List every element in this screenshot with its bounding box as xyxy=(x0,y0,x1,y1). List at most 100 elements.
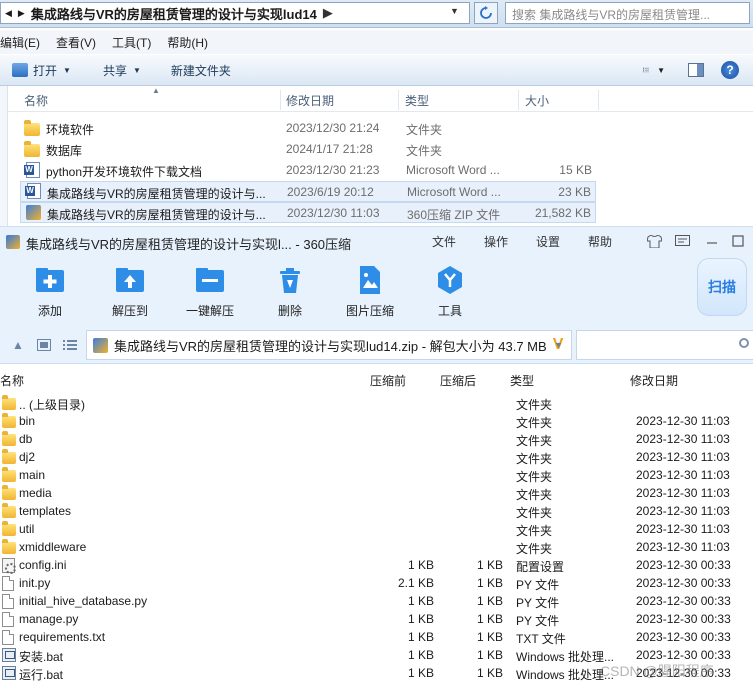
zip-file-row[interactable]: .. (上级目录) 文件夹 xyxy=(0,394,753,412)
column-divider[interactable] xyxy=(518,90,519,110)
sort-ascending-icon: ▲ xyxy=(152,86,160,95)
help-button[interactable]: ? xyxy=(719,59,741,81)
zip-file-row[interactable]: templates 文件夹 2023-12-30 11:03 xyxy=(0,502,753,520)
view-options-button[interactable]: ▼ xyxy=(643,59,665,81)
zip-file-type: 文件夹 xyxy=(516,434,553,448)
extract-to-button[interactable]: 解压到 xyxy=(92,264,168,319)
column-type[interactable]: 类型 xyxy=(405,92,429,109)
zip-menu-file[interactable]: 文件 xyxy=(432,233,456,250)
file-date: 2024/1/17 21:28 xyxy=(286,142,373,156)
zip-file-row[interactable]: init.py 2.1 KB 1 KB PY 文件 2023-12-30 00:33 xyxy=(0,574,753,592)
trash-icon xyxy=(274,264,306,296)
zip-file-row[interactable]: xmiddleware 文件夹 2023-12-30 11:03 xyxy=(0,538,753,556)
column-name[interactable]: 名称 xyxy=(0,372,24,389)
search-input[interactable]: 搜索 集成路线与VR的房屋租赁管理... xyxy=(505,2,750,24)
file-date: 2023/12/30 21:23 xyxy=(286,163,380,177)
delete-button[interactable]: 删除 xyxy=(252,264,328,319)
new-folder-button[interactable]: 新建文件夹 xyxy=(171,62,231,79)
address-box[interactable]: ◀ ▶ 集成路线与VR的房屋租赁管理的设计与实现lud14 ▶ xyxy=(0,2,470,24)
extract-to-label: 解压到 xyxy=(111,304,148,318)
zip-file-type: 文件夹 xyxy=(516,452,553,466)
address-dropdown-icon[interactable]: ▼ xyxy=(450,6,459,16)
column-compressed-size[interactable]: 压缩后 xyxy=(440,372,476,389)
feedback-button[interactable] xyxy=(673,232,691,250)
open-button[interactable]: 打开 ▼ xyxy=(12,62,71,79)
extract-folder-icon xyxy=(114,264,146,296)
column-type[interactable]: 类型 xyxy=(510,372,534,389)
column-date[interactable]: 修改日期 xyxy=(286,92,334,109)
search-icon[interactable] xyxy=(739,338,749,348)
column-date[interactable]: 修改日期 xyxy=(630,372,678,389)
zip-file-name: util xyxy=(19,522,35,536)
zip-file-name: 运行.bat xyxy=(19,668,64,682)
column-divider[interactable] xyxy=(598,90,599,110)
zip-file-row[interactable]: util 文件夹 2023-12-30 11:03 xyxy=(0,520,753,538)
refresh-button[interactable] xyxy=(474,2,498,24)
zip-file-row[interactable]: db 文件夹 2023-12-30 11:03 xyxy=(0,430,753,448)
menu-help[interactable]: 帮助(H) xyxy=(167,34,216,51)
file-icon xyxy=(2,630,14,645)
add-label: 添加 xyxy=(37,304,62,318)
file-row[interactable]: python开发环境软件下载文档 2023/12/30 21:23 Micros… xyxy=(20,160,596,181)
thumbnail-view-icon[interactable] xyxy=(36,338,52,352)
file-date: 2023/12/30 11:03 xyxy=(287,206,380,220)
file-name: 数据库 xyxy=(46,144,83,158)
zip-file-row[interactable]: main 文件夹 2023-12-30 11:03 xyxy=(0,466,753,484)
zip-window-title: 集成路线与VR的房屋租赁管理的设计与实现l... - 360压缩 xyxy=(26,237,352,252)
zip-menu-help[interactable]: 帮助 xyxy=(588,233,612,250)
column-divider[interactable] xyxy=(398,90,399,110)
zip-file-row[interactable]: dj2 文件夹 2023-12-30 11:03 xyxy=(0,448,753,466)
archive-path-field[interactable]: 集成路线与VR的房屋租赁管理的设计与实现lud14.zip - 解包大小为 43… xyxy=(86,330,572,360)
file-row[interactable]: 集成路线与VR的房屋租赁管理的设计与... 2023/6/19 20:12 Mi… xyxy=(20,181,596,202)
up-arrow-icon[interactable]: ▲ xyxy=(10,338,26,352)
file-row[interactable]: 集成路线与VR的房屋租赁管理的设计与... 2023/12/30 11:03 3… xyxy=(20,202,596,223)
zip-column-header: 名称 压缩前 压缩后 类型 修改日期 xyxy=(0,370,753,390)
address-chevron-icon[interactable]: ▶ xyxy=(18,8,25,19)
zip-file-row[interactable]: requirements.txt 1 KB 1 KB TXT 文件 2023-12-30… xyxy=(0,628,753,646)
column-divider[interactable] xyxy=(280,90,281,110)
menu-edit[interactable]: 编辑(E) xyxy=(0,34,48,51)
scan-button[interactable]: 扫描 xyxy=(697,258,747,316)
column-name[interactable]: 名称 xyxy=(24,92,48,109)
column-size[interactable]: 大小 xyxy=(525,92,549,109)
zip-file-row[interactable]: initial_hive_database.py 1 KB 1 KB PY 文件 202… xyxy=(0,592,753,610)
zip-file-date: 2023-12-30 11:03 xyxy=(636,468,730,482)
zip-file-name: xmiddleware xyxy=(19,540,87,554)
zip-file-row[interactable]: bin 文件夹 2023-12-30 11:03 xyxy=(0,412,753,430)
skin-button[interactable] xyxy=(645,232,663,250)
zip-packed-size: 1 KB xyxy=(407,648,434,662)
zip-menu-action[interactable]: 操作 xyxy=(484,233,508,250)
zip-file-row[interactable]: manage.py 1 KB 1 KB PY 文件 2023-12-30 00:33 xyxy=(0,610,753,628)
one-click-extract-icon xyxy=(194,264,226,296)
address-chevron-icon[interactable]: ◀ xyxy=(5,8,12,19)
one-click-extract-button[interactable]: 一键解压 xyxy=(172,264,248,319)
zip-file-row[interactable]: media 文件夹 2023-12-30 11:03 xyxy=(0,484,753,502)
share-button[interactable]: 共享 ▼ xyxy=(103,62,141,79)
explorer-column-header: ▲ 名称 修改日期 类型 大小 xyxy=(8,86,753,112)
zip-menu-settings[interactable]: 设置 xyxy=(536,233,560,250)
menu-tools[interactable]: 工具(T) xyxy=(112,34,159,51)
chevron-down-icon[interactable]: ▼ xyxy=(554,340,563,350)
menu-view[interactable]: 查看(V) xyxy=(56,34,104,51)
column-packed-size[interactable]: 压缩前 xyxy=(370,372,406,389)
zip-packed-size: 2.1 KB xyxy=(397,576,434,590)
breadcrumb-chevron-icon[interactable]: ▶ xyxy=(323,5,333,21)
add-button[interactable]: 添加 xyxy=(12,264,88,319)
list-view-icon[interactable] xyxy=(62,338,78,352)
zip-file-name: templates xyxy=(19,504,72,518)
minimize-icon xyxy=(707,242,717,244)
file-type: Microsoft Word ... xyxy=(406,163,500,177)
navigation-pane[interactable] xyxy=(0,86,8,226)
zip-search-input[interactable] xyxy=(576,330,753,360)
zip-file-type: 文件夹 xyxy=(516,488,553,502)
file-row[interactable]: 环境软件 2023/12/30 21:24 文件夹 xyxy=(20,118,596,139)
file-row[interactable]: 数据库 2024/1/17 21:28 文件夹 xyxy=(20,139,596,160)
preview-pane-button[interactable] xyxy=(685,59,707,81)
breadcrumb[interactable]: 集成路线与VR的房屋租赁管理的设计与实现lud14 xyxy=(31,4,317,23)
maximize-button[interactable] xyxy=(729,232,747,250)
minimize-button[interactable] xyxy=(703,232,721,250)
image-compress-button[interactable]: 图片压缩 xyxy=(332,264,408,319)
zip-packed-size: 1 KB xyxy=(407,612,434,626)
tools-button[interactable]: 工具 xyxy=(412,264,488,319)
zip-file-row[interactable]: config.ini 1 KB 1 KB 配置设置 2023-12-30 00:33 xyxy=(0,556,753,574)
